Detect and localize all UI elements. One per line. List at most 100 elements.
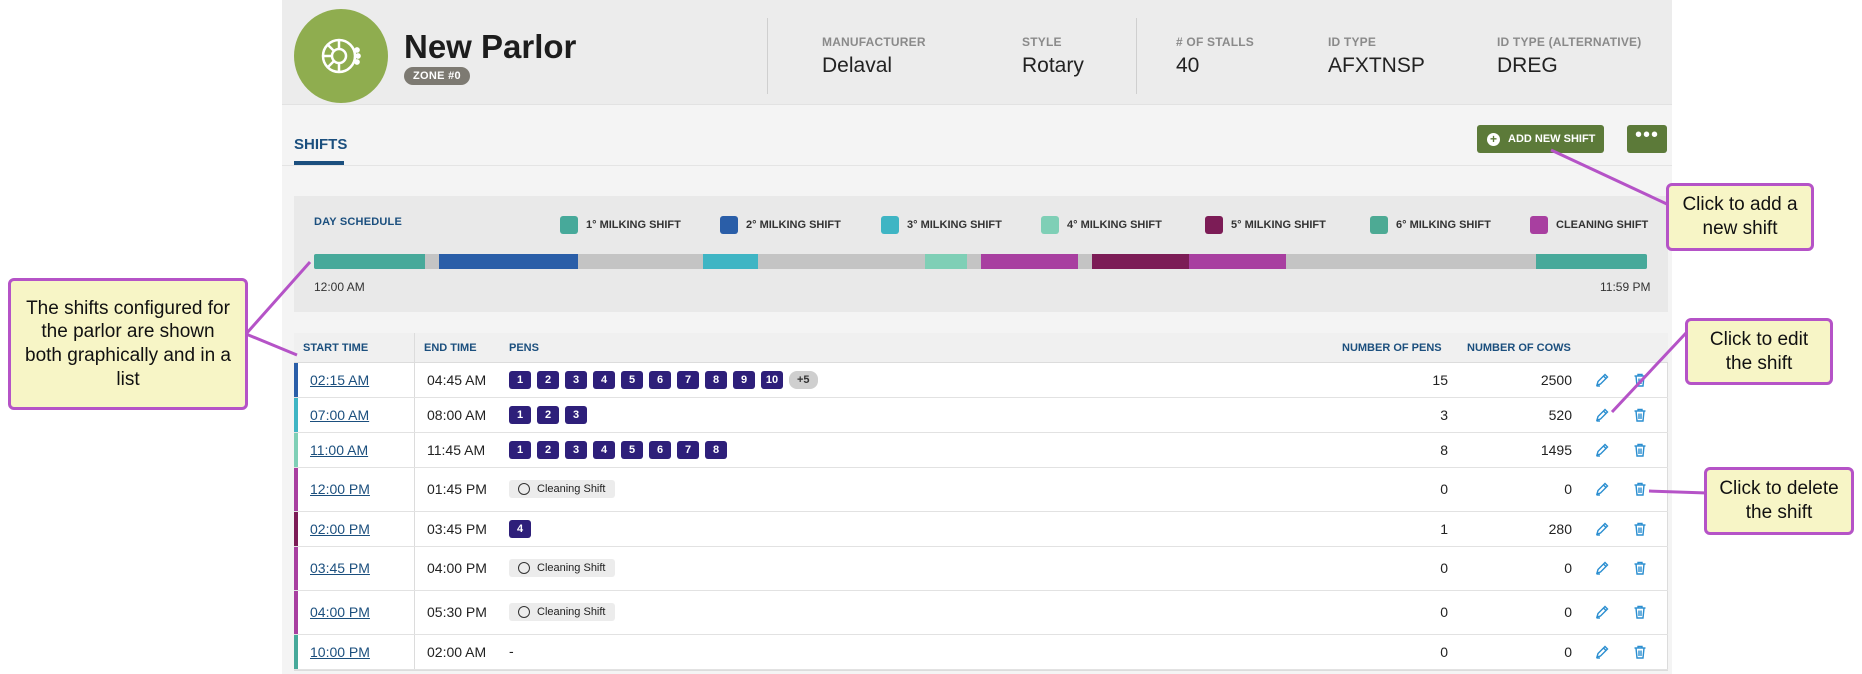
cleaning-shift-tag: Cleaning Shift bbox=[509, 559, 615, 577]
pen-badge[interactable]: 2 bbox=[537, 405, 559, 424]
add-new-shift-button[interactable]: + ADD NEW SHIFT bbox=[1477, 125, 1604, 153]
start-time-link[interactable]: 04:00 PM bbox=[310, 604, 370, 620]
legend-swatch bbox=[1205, 216, 1223, 234]
more-pens-badge[interactable]: +5 bbox=[789, 370, 818, 389]
table-header bbox=[294, 333, 1668, 363]
pen-badge[interactable]: 7 bbox=[677, 440, 699, 459]
pen-badge[interactable]: 5 bbox=[621, 370, 643, 389]
meta-id-type-alt: ID TYPE (ALTERNATIVE) DREG bbox=[1497, 35, 1641, 78]
table-row bbox=[294, 363, 1668, 398]
legend-label: 5° MILKING SHIFT bbox=[1231, 219, 1326, 231]
header-start-time[interactable]: START TIME bbox=[303, 342, 368, 354]
pen-badge[interactable]: 4 bbox=[509, 519, 531, 538]
pen-badge[interactable]: 6 bbox=[649, 440, 671, 459]
number-of-cows: 520 bbox=[1548, 406, 1572, 423]
rotary-parlor-icon bbox=[294, 9, 388, 103]
timeline-end-label: 11:59 PM bbox=[1600, 280, 1651, 294]
legend-label: 3° MILKING SHIFT bbox=[907, 219, 1002, 231]
header-number-of-pens[interactable]: NUMBER OF PENS bbox=[1342, 342, 1442, 354]
start-time-link[interactable]: 11:00 AM bbox=[310, 442, 368, 458]
pen-badge[interactable]: 2 bbox=[537, 370, 559, 389]
schedule-segment bbox=[438, 254, 578, 269]
number-of-pens: 0 bbox=[1440, 643, 1448, 660]
trash-icon[interactable] bbox=[1632, 372, 1650, 390]
trash-icon[interactable] bbox=[1632, 407, 1650, 425]
start-time-link[interactable]: 03:45 PM bbox=[310, 560, 370, 576]
pen-badge[interactable]: 3 bbox=[565, 405, 587, 424]
pen-badge[interactable]: 5 bbox=[621, 440, 643, 459]
trash-icon[interactable] bbox=[1632, 481, 1650, 499]
pen-badge[interactable]: 1 bbox=[509, 370, 531, 389]
legend-item: 2° MILKING SHIFT bbox=[720, 216, 841, 234]
pen-badge[interactable]: 4 bbox=[593, 440, 615, 459]
table-row bbox=[294, 512, 1668, 547]
start-time-link[interactable]: 10:00 PM bbox=[310, 644, 370, 660]
number-of-cows: 0 bbox=[1564, 481, 1572, 497]
pen-badge[interactable]: 4 bbox=[593, 370, 615, 389]
trash-icon[interactable] bbox=[1632, 560, 1650, 578]
pens-empty: - bbox=[509, 642, 514, 659]
pen-badge[interactable]: 2 bbox=[537, 440, 559, 459]
pen-badge[interactable]: 8 bbox=[705, 440, 727, 459]
pen-badge[interactable]: 7 bbox=[677, 370, 699, 389]
trash-icon[interactable] bbox=[1632, 442, 1650, 460]
pen-badge[interactable]: 8 bbox=[705, 370, 727, 389]
trash-icon[interactable] bbox=[1632, 644, 1650, 662]
number-of-cows: 2500 bbox=[1540, 371, 1572, 388]
shift-color-marker bbox=[294, 433, 298, 467]
edit-icon[interactable] bbox=[1594, 644, 1612, 662]
clock-icon bbox=[518, 483, 530, 495]
meta-style: STYLE Rotary bbox=[1022, 35, 1084, 78]
header-number-of-cows[interactable]: NUMBER OF COWS bbox=[1467, 342, 1571, 354]
pen-badge[interactable]: 3 bbox=[565, 440, 587, 459]
callout-shifts-list: The shifts configured for the parlor are… bbox=[8, 278, 248, 410]
meta-id-type: ID TYPE AFXTNSP bbox=[1328, 35, 1425, 78]
pen-badge[interactable]: 1 bbox=[509, 440, 531, 459]
start-time-link[interactable]: 02:00 PM bbox=[310, 521, 370, 537]
edit-icon[interactable] bbox=[1594, 560, 1612, 578]
tab-shifts[interactable]: SHIFTS bbox=[294, 136, 347, 153]
meta-label: # OF STALLS bbox=[1176, 35, 1254, 49]
table-row bbox=[294, 591, 1668, 635]
end-time: 04:45 AM bbox=[427, 371, 487, 388]
pens-cell: - bbox=[509, 643, 514, 659]
edit-icon[interactable] bbox=[1594, 372, 1612, 390]
header-divider bbox=[767, 18, 768, 94]
meta-value: Delaval bbox=[822, 54, 893, 77]
start-time-link[interactable]: 07:00 AM bbox=[310, 407, 369, 423]
start-time-link[interactable]: 02:15 AM bbox=[310, 372, 369, 388]
pens-cell: 123 bbox=[509, 405, 587, 424]
pen-badge[interactable]: 3 bbox=[565, 370, 587, 389]
meta-value: 40 bbox=[1176, 54, 1200, 77]
number-of-cows: 0 bbox=[1564, 604, 1572, 620]
edit-icon[interactable] bbox=[1594, 442, 1612, 460]
edit-icon[interactable] bbox=[1594, 521, 1612, 539]
edit-icon[interactable] bbox=[1594, 604, 1612, 622]
header-pens[interactable]: PENS bbox=[509, 342, 539, 354]
shift-color-marker bbox=[294, 591, 298, 634]
number-of-pens: 0 bbox=[1440, 481, 1448, 497]
callout-edit-shift: Click to edit the shift bbox=[1685, 318, 1833, 385]
number-of-cows: 1495 bbox=[1540, 441, 1572, 458]
header-end-time[interactable]: END TIME bbox=[424, 342, 477, 354]
edit-icon[interactable] bbox=[1594, 407, 1612, 425]
shift-color-marker bbox=[294, 468, 298, 511]
pen-badge[interactable]: 9 bbox=[733, 370, 755, 389]
end-time: 05:30 PM bbox=[427, 604, 487, 620]
schedule-segment bbox=[980, 254, 1078, 269]
legend-item: CLEANING SHIFT bbox=[1530, 216, 1648, 234]
meta-label: ID TYPE (ALTERNATIVE) bbox=[1497, 35, 1642, 49]
trash-icon[interactable] bbox=[1632, 604, 1650, 622]
table-row bbox=[294, 468, 1668, 512]
edit-icon[interactable] bbox=[1594, 481, 1612, 499]
pen-badge[interactable]: 6 bbox=[649, 370, 671, 389]
more-options-button[interactable]: ••• bbox=[1627, 125, 1667, 153]
trash-icon[interactable] bbox=[1632, 521, 1650, 539]
pen-badge[interactable]: 1 bbox=[509, 405, 531, 424]
end-time: 02:00 AM bbox=[427, 643, 487, 660]
pen-badge[interactable]: 10 bbox=[761, 370, 783, 389]
start-time-link[interactable]: 12:00 PM bbox=[310, 481, 370, 497]
schedule-segment bbox=[702, 254, 759, 269]
schedule-segment bbox=[1188, 254, 1286, 269]
number-of-cows: 0 bbox=[1564, 643, 1572, 660]
